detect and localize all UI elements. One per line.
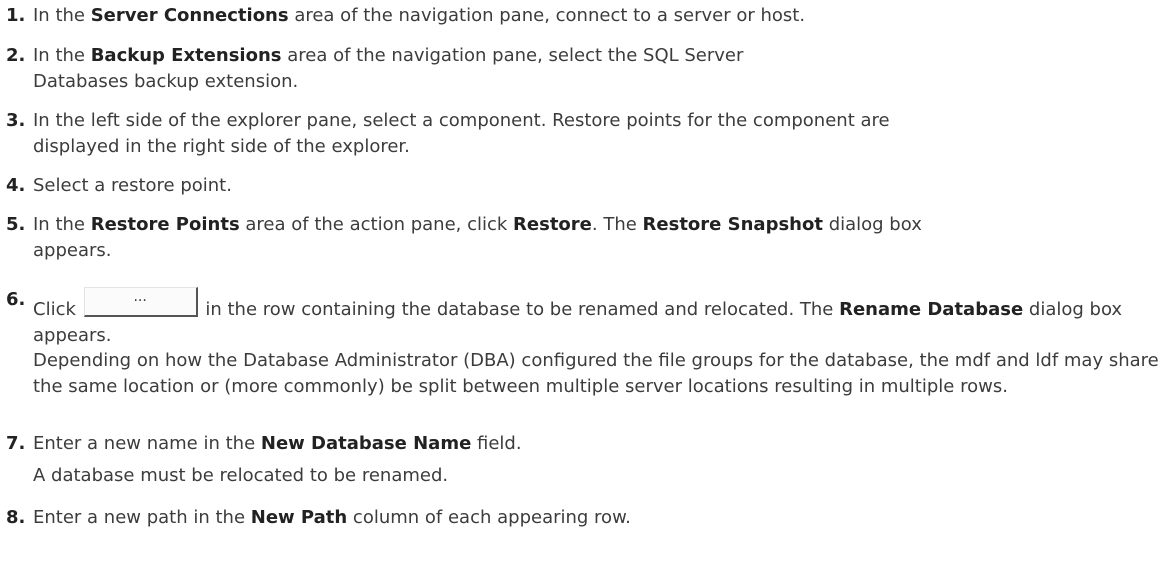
- step-number: 4.: [6, 175, 26, 196]
- browse-ellipsis-button[interactable]: ...: [83, 287, 198, 317]
- ui-term: Backup Extensions: [90, 45, 282, 66]
- ui-term: New Path: [250, 507, 348, 528]
- procedure-steps: 1. In the Server Connections area of the…: [0, 0, 1175, 576]
- step-2: 2. In the Backup Extensions area of the …: [0, 43, 1170, 95]
- step-7: 7. Enter a new name in the New Database …: [0, 431, 1170, 457]
- step-4: 4. Select a restore point.: [0, 173, 1170, 199]
- step-text: In the Server Connections area of the na…: [33, 5, 806, 26]
- step-3: 3. In the left side of the explorer pane…: [0, 108, 1170, 160]
- step-5: 5. In the Restore Points area of the act…: [0, 212, 1170, 264]
- step-text: Click ... in the row containing the data…: [33, 287, 1123, 346]
- ui-term: New Database Name: [260, 433, 472, 454]
- step-text: Select a restore point.: [33, 175, 232, 196]
- ui-term: Server Connections: [90, 5, 289, 26]
- step-number: 1.: [6, 5, 26, 26]
- step-number: 2.: [6, 45, 26, 66]
- step-6: 6. Click ... in the row containing the d…: [0, 287, 1170, 349]
- step-number: 7.: [6, 433, 26, 454]
- step-text: Enter a new name in the New Database Nam…: [33, 433, 522, 454]
- step-7-note: A database must be relocated to be renam…: [33, 465, 449, 486]
- ui-term: Rename Database: [839, 299, 1024, 320]
- ui-term: Restore Snapshot: [642, 214, 823, 235]
- step-text: Enter a new path in the New Path column …: [33, 507, 631, 528]
- ui-term: Restore: [513, 214, 592, 235]
- step-text: In the left side of the explorer pane, s…: [33, 110, 890, 157]
- step-text: In the Restore Points area of the action…: [33, 214, 922, 261]
- step-6-note: Depending on how the Database Administra…: [33, 350, 1159, 397]
- ui-term: Restore Points: [90, 214, 240, 235]
- step-number: 8.: [6, 507, 26, 528]
- step-number: 5.: [6, 214, 26, 235]
- step-1: 1. In the Server Connections area of the…: [0, 3, 1170, 29]
- step-text: In the Backup Extensions area of the nav…: [33, 45, 744, 92]
- step-number: 3.: [6, 110, 26, 131]
- step-number: 6.: [6, 289, 26, 310]
- ellipsis-label: ...: [133, 289, 147, 305]
- step-8: 8. Enter a new path in the New Path colu…: [0, 505, 1170, 531]
